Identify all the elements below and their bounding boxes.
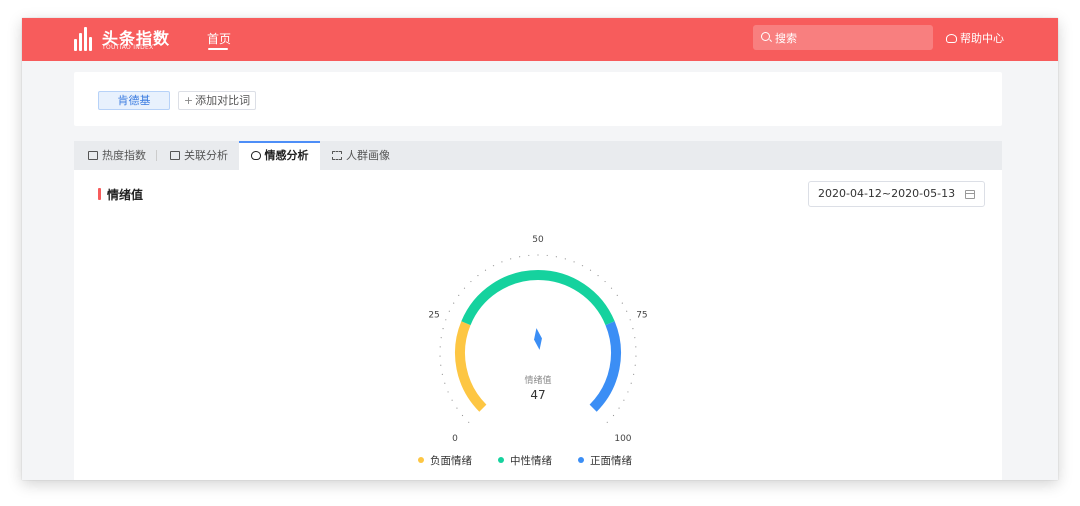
gauge-tick-label: 50 bbox=[532, 235, 544, 245]
gauge-tick-label: 0 bbox=[452, 434, 458, 444]
gauge-tick bbox=[604, 280, 606, 283]
gauge-tick bbox=[440, 337, 442, 339]
gauge-tick bbox=[634, 337, 636, 339]
gauge-tick bbox=[589, 269, 592, 271]
analysis-card: 热度指数 关联分析 情感分析 人群画像 情绪值 2020-04-12~2020-… bbox=[74, 141, 1002, 480]
gauge-tick bbox=[626, 310, 628, 312]
gauge-tick-label: 25 bbox=[428, 310, 439, 320]
gauge-tick bbox=[546, 254, 548, 257]
legend-item-neutral[interactable]: 中性情绪 bbox=[498, 453, 552, 468]
gauge-tick bbox=[441, 373, 443, 375]
gauge-tick bbox=[442, 328, 444, 330]
gauge-tick bbox=[484, 269, 487, 271]
legend-item-negative[interactable]: 负面情绪 bbox=[418, 453, 472, 468]
gauge-tick bbox=[447, 391, 449, 393]
legend-label: 正面情绪 bbox=[590, 455, 632, 467]
gauge-tick bbox=[528, 254, 530, 257]
gauge-tick bbox=[634, 364, 636, 366]
gauge-tick bbox=[451, 399, 453, 401]
gauge-tick bbox=[555, 256, 557, 258]
legend-item-positive[interactable]: 正面情绪 bbox=[578, 453, 632, 468]
gauge-band-2 bbox=[589, 321, 621, 412]
gauge-band-0 bbox=[455, 321, 487, 412]
gauge-tick bbox=[501, 261, 503, 263]
gauge-value: 47 bbox=[530, 388, 545, 402]
gauge-tick bbox=[621, 302, 623, 304]
gauge-tick bbox=[453, 302, 455, 304]
search-placeholder: 搜索 bbox=[775, 32, 797, 45]
gauge-band-1 bbox=[461, 270, 615, 326]
gauge-tick bbox=[458, 294, 460, 296]
gauge-tick bbox=[632, 328, 634, 330]
legend-dot-negative bbox=[418, 457, 424, 463]
gauge-tick bbox=[456, 407, 458, 409]
legend-dot-positive bbox=[578, 457, 584, 463]
help-center-label: 帮助中心 bbox=[960, 32, 1004, 45]
gauge-center-label: 情绪值 bbox=[524, 374, 551, 386]
gauge-tick bbox=[633, 373, 635, 375]
search-input[interactable]: 搜索 bbox=[753, 25, 933, 50]
gauge-needle bbox=[534, 328, 542, 350]
legend-label: 负面情绪 bbox=[430, 455, 472, 467]
gauge-tick bbox=[612, 414, 615, 417]
gauge-tick-label: 100 bbox=[614, 434, 631, 444]
gauge-tick bbox=[635, 355, 637, 357]
legend-label: 中性情绪 bbox=[510, 455, 552, 467]
gauge-tick bbox=[616, 294, 618, 296]
gauge-tick bbox=[470, 280, 472, 283]
logo-bars-icon bbox=[74, 27, 98, 51]
logo[interactable]: 头条指数 TOUTIAO INDEX bbox=[74, 25, 169, 53]
gauge-tick bbox=[610, 287, 613, 289]
gauge-tick bbox=[537, 254, 539, 256]
gauge-tick bbox=[448, 310, 450, 312]
gauge-tick bbox=[597, 274, 599, 277]
gauge-tick bbox=[564, 258, 566, 260]
help-center-link[interactable]: 帮助中心 bbox=[946, 30, 1004, 46]
keyword-tag[interactable]: 肯德基 bbox=[98, 91, 170, 110]
gauge-tick bbox=[510, 258, 512, 260]
gauge-tick bbox=[463, 287, 466, 289]
nav-home-link[interactable]: 首页 bbox=[207, 30, 231, 47]
gauge-tick bbox=[439, 355, 441, 357]
gauge-tick bbox=[461, 414, 464, 417]
headset-icon bbox=[946, 34, 957, 43]
gauge-tick bbox=[444, 382, 446, 384]
gauge-tick bbox=[581, 265, 584, 267]
gauge-tick bbox=[627, 391, 629, 393]
add-compare-button[interactable]: + 添加对比词 bbox=[178, 91, 256, 110]
gauge-tick bbox=[618, 407, 620, 409]
gauge-tick bbox=[468, 421, 470, 423]
logo-subtext: TOUTIAO INDEX bbox=[102, 44, 154, 51]
gauge-tick bbox=[606, 421, 608, 423]
gauge-tick bbox=[492, 265, 495, 267]
gauge-tick bbox=[573, 261, 575, 263]
plus-icon: + bbox=[183, 94, 194, 107]
legend-dot-neutral bbox=[498, 457, 504, 463]
gauge-tick bbox=[630, 382, 632, 384]
top-bar: 头条指数 TOUTIAO INDEX 首页 搜索 帮助中心 bbox=[22, 18, 1058, 61]
gauge-tick bbox=[519, 256, 521, 258]
add-compare-label: 添加对比词 bbox=[195, 94, 251, 107]
gauge-tick bbox=[440, 364, 442, 366]
gauge-tick bbox=[477, 274, 479, 277]
gauge-tick bbox=[439, 346, 441, 348]
gauge-tick bbox=[629, 319, 631, 321]
gauge-tick-label: 75 bbox=[636, 310, 647, 320]
gauge-tick bbox=[623, 399, 625, 401]
gauge-tick bbox=[635, 346, 637, 348]
app-window: 头条指数 TOUTIAO INDEX 首页 搜索 帮助中心 肯德基 + 添加对比词… bbox=[22, 18, 1058, 480]
compare-card: 肯德基 + 添加对比词 bbox=[74, 72, 1002, 126]
search-icon bbox=[761, 32, 770, 41]
nav-active-indicator bbox=[208, 48, 228, 50]
gauge-tick bbox=[445, 319, 447, 321]
sentiment-gauge: 0 25 50 75 100 情绪值 47 bbox=[428, 235, 647, 444]
